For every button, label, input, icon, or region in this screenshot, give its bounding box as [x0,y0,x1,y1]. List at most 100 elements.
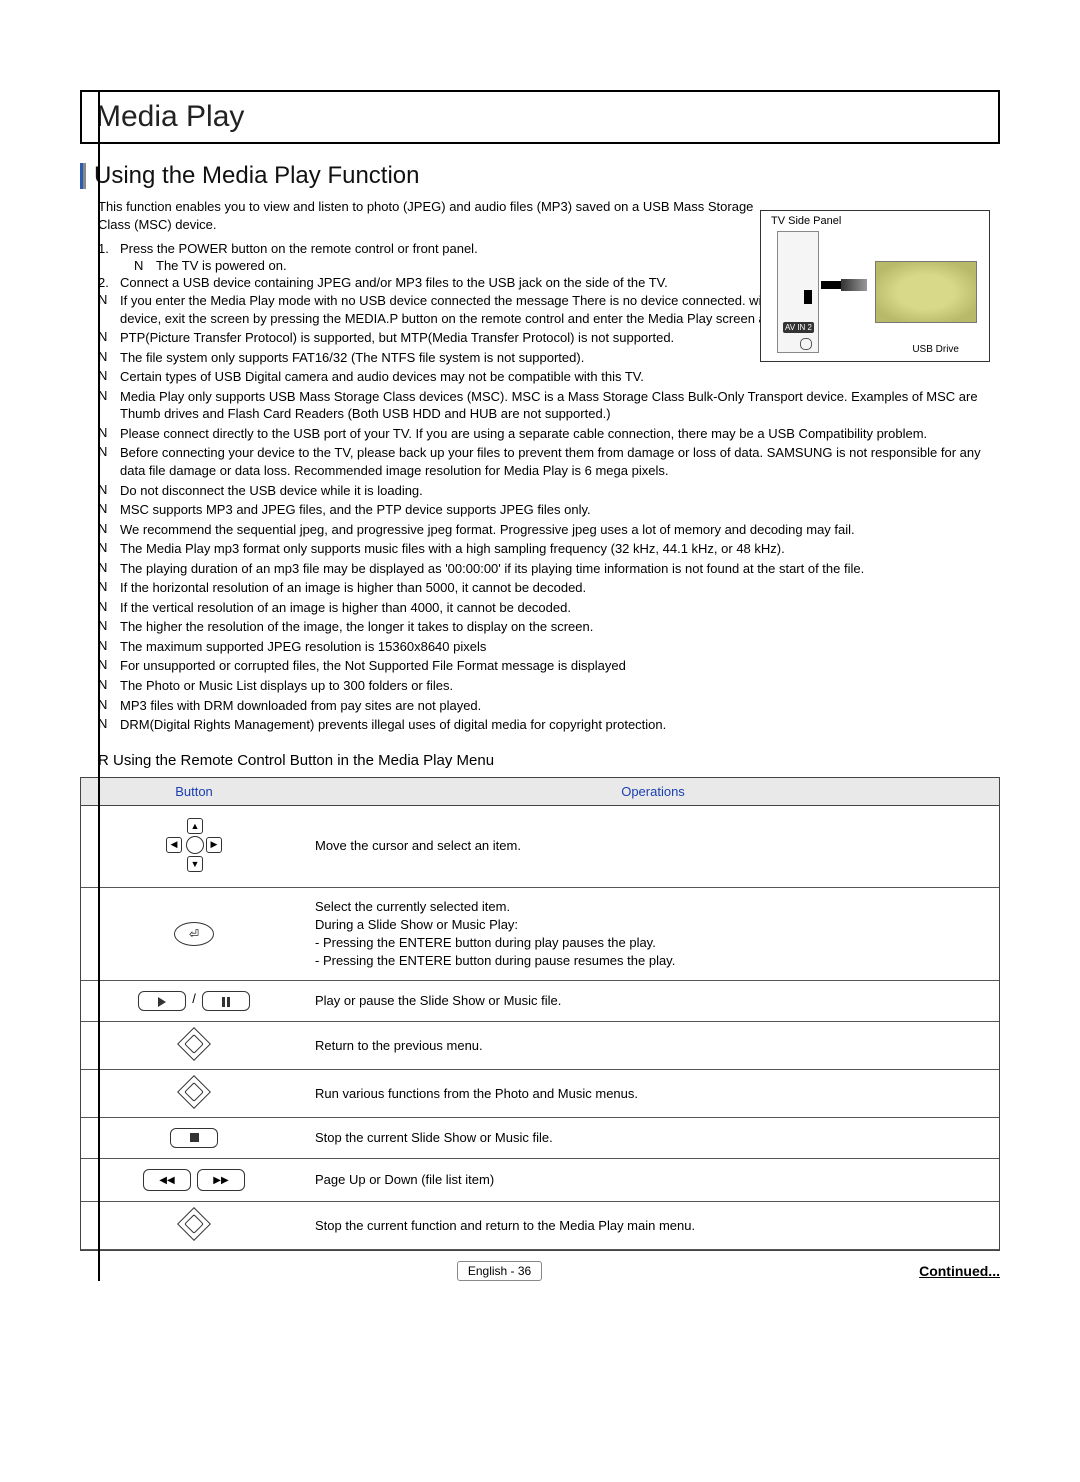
operation-cell: Move the cursor and select an item. [307,805,999,887]
note-row: NThe playing duration of an mp3 file may… [98,560,1000,578]
return-icon [177,1027,211,1061]
step-row: 2.Connect a USB device containing JPEG a… [98,275,778,290]
remote-subhead: R Using the Remote Control Button in the… [98,752,1000,769]
note-mark: N [98,638,120,656]
note-text: Do not disconnect the USB device while i… [120,482,1000,500]
section-accent-icon [80,163,86,189]
note-row: NThe higher the resolution of the image,… [98,618,1000,636]
note-text: We recommend the sequential jpeg, and pr… [120,521,1000,539]
note-text: Please connect directly to the USB port … [120,425,1000,443]
table-row: Stop the current Slide Show or Music fil… [81,1118,999,1159]
note-mark: N [98,657,120,675]
note-mark: N [98,618,120,636]
note-mark: N [98,349,120,367]
stop-icon [170,1128,218,1148]
table-row: Page Up or Down (file list item) [81,1159,999,1202]
operation-cell: Run various functions from the Photo and… [307,1070,999,1118]
operation-cell: Stop the current function and return to … [307,1202,999,1250]
usb-drive-label: USB Drive [912,344,959,355]
exit-icon [177,1207,211,1241]
note-row: NThe Media Play mp3 format only supports… [98,540,1000,558]
left-rule [98,90,100,1281]
note-mark: N [98,716,120,734]
tv-side-panel-figure: TV Side Panel AV IN 2 USB Drive [760,210,990,362]
note-text: The higher the resolution of the image, … [120,618,1000,636]
note-mark: N [98,560,120,578]
rew-ff-icon [143,1169,245,1191]
note-text: MP3 files with DRM downloaded from pay s… [120,697,1000,715]
note-row: NFor unsupported or corrupted files, the… [98,657,1000,675]
note-mark: N [98,329,120,347]
table-row: Return to the previous menu. [81,1022,999,1070]
note-row: NBefore connecting your device to the TV… [98,444,1000,479]
table-row: Run various functions from the Photo and… [81,1070,999,1118]
footer: English - 36 Continued... [80,1261,1000,1281]
note-mark: N [98,501,120,519]
operation-cell: Stop the current Slide Show or Music fil… [307,1118,999,1159]
note-row: NCertain types of USB Digital camera and… [98,368,1000,386]
operation-cell: Play or pause the Slide Show or Music fi… [307,981,999,1022]
table-row: ▲▼◀▶Move the cursor and select an item. [81,805,999,887]
av-in2-label: AV IN 2 [783,322,814,333]
operation-cell: Return to the previous menu. [307,1022,999,1070]
button-operations-table: Button Operations ▲▼◀▶Move the cursor an… [80,777,1000,1252]
note-mark: N [98,521,120,539]
note-row: NDRM(Digital Rights Management) prevents… [98,716,1000,734]
note-text: Media Play only supports USB Mass Storag… [120,388,1000,423]
button-cell: ▲▼◀▶ [81,805,307,887]
side-panel-label: TV Side Panel [771,215,841,227]
table-row: Stop the current function and return to … [81,1202,999,1250]
tv-side-icon: AV IN 2 [777,231,819,353]
section-title: Using the Media Play Function [94,162,420,190]
note-text: DRM(Digital Rights Management) prevents … [120,716,1000,734]
table-row: ⏎ Select the currently selected item.Duri… [81,887,999,981]
step-text: Press the POWER button on the remote con… [120,241,778,256]
note-mark: N [98,368,120,386]
table-header-button: Button [81,777,307,805]
note-text: MSC supports MP3 and JPEG files, and the… [120,501,1000,519]
note-text: The playing duration of an mp3 file may … [120,560,1000,578]
note-mark: N [98,292,120,327]
step-number: 2. [98,275,120,290]
note-mark: N [98,599,120,617]
step-subnote: NThe TV is powered on. [134,258,794,273]
play-pause-icon: / [138,991,250,1011]
note-mark: N [98,579,120,597]
tools-icon [177,1075,211,1109]
note-mark: N [98,444,120,479]
note-row: NWe recommend the sequential jpeg, and p… [98,521,1000,539]
note-row: NDo not disconnect the USB device while … [98,482,1000,500]
step-row: 1.Press the POWER button on the remote c… [98,241,778,256]
note-row: NPlease connect directly to the USB port… [98,425,1000,443]
note-mark: N [134,258,156,273]
note-row: NMP3 files with DRM downloaded from pay … [98,697,1000,715]
note-text: The maximum supported JPEG resolution is… [120,638,1000,656]
step-text: Connect a USB device containing JPEG and… [120,275,778,290]
note-text: For unsupported or corrupted files, the … [120,657,1000,675]
note-text: Certain types of USB Digital camera and … [120,368,1000,386]
note-row: NMedia Play only supports USB Mass Stora… [98,388,1000,423]
note-mark: N [98,425,120,443]
enter-icon: ⏎ [174,922,214,946]
note-text: Before connecting your device to the TV,… [120,444,1000,479]
operation-cell: Select the currently selected item.Durin… [307,887,999,981]
button-cell [81,1202,307,1250]
button-cell [81,1159,307,1202]
note-text: The Media Play mp3 format only supports … [120,540,1000,558]
note-row: NIf the horizontal resolution of an imag… [98,579,1000,597]
note-mark: N [98,388,120,423]
note-text: If the vertical resolution of an image i… [120,599,1000,617]
note-mark: N [98,482,120,500]
section-header: Using the Media Play Function [80,162,1000,190]
intro-text: This function enables you to view and li… [98,198,778,233]
page-number: English - 36 [457,1261,542,1281]
operation-cell: Page Up or Down (file list item) [307,1159,999,1202]
usb-plug-icon [821,277,867,293]
note-mark: N [98,540,120,558]
note-mark: N [98,677,120,695]
chapter-box: Media Play [80,90,1000,144]
note-row: NThe maximum supported JPEG resolution i… [98,638,1000,656]
chapter-title: Media Play [96,100,244,133]
note-text: The Photo or Music List displays up to 3… [120,677,1000,695]
note-row: NThe Photo or Music List displays up to … [98,677,1000,695]
